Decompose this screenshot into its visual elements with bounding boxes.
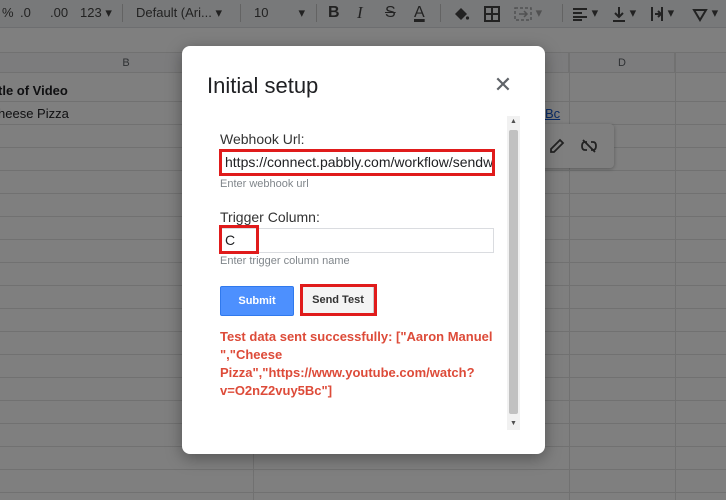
success-message: Test data sent successfully: ["Aaron Man… — [220, 329, 493, 398]
close-button[interactable]: ✕ — [492, 74, 514, 96]
webhook-url-hint: Enter webhook url — [220, 178, 309, 190]
trigger-column-input[interactable]: C — [220, 228, 494, 253]
trigger-column-hint: Enter trigger column name — [220, 255, 350, 267]
send-test-button[interactable]: Send Test — [302, 286, 374, 314]
webhook-url-label: Webhook Url: — [220, 131, 305, 147]
scroll-down-icon[interactable]: ▼ — [507, 418, 520, 430]
dialog-scrollbar[interactable]: ▲ ▼ — [507, 116, 520, 430]
scroll-up-icon[interactable]: ▲ — [507, 116, 520, 128]
dialog-content: Webhook Url: https://connect.pabbly.com/… — [219, 116, 520, 428]
webhook-url-input[interactable]: https://connect.pabbly.com/workflow/send… — [220, 150, 494, 175]
submit-button[interactable]: Submit — [220, 286, 294, 316]
close-icon: ✕ — [493, 72, 513, 97]
dialog-title: Initial setup — [207, 73, 319, 98]
scrollbar-thumb[interactable] — [509, 130, 518, 414]
trigger-column-label: Trigger Column: — [220, 209, 320, 225]
initial-setup-dialog: Initial setup ✕ Webhook Url: https://con… — [182, 46, 545, 454]
